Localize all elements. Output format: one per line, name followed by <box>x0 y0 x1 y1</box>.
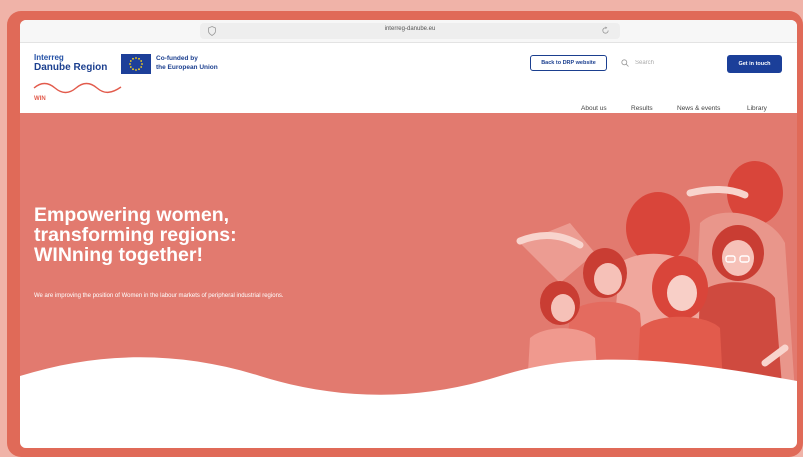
nav-library[interactable]: Library <box>747 105 767 112</box>
nav-results[interactable]: Results <box>631 105 653 112</box>
nav-about-us[interactable]: About us <box>581 105 607 112</box>
hero-subtitle: We are improving the position of Women i… <box>34 293 284 299</box>
logo-interreg-text[interactable]: Interreg <box>34 53 64 62</box>
hero-bottom-wave <box>20 357 797 448</box>
eu-flag-icon <box>121 54 151 74</box>
hero-title: Empowering women, transforming regions: … <box>34 205 334 265</box>
win-wave-logo <box>33 82 122 94</box>
site-header: Interreg Danube Region Co-funded by the … <box>20 43 797 113</box>
url-field[interactable]: interreg-danube.eu <box>200 23 620 39</box>
address-bar: interreg-danube.eu <box>20 20 797 43</box>
search-box[interactable] <box>614 55 724 71</box>
search-input[interactable] <box>635 60 715 66</box>
hero-section: Empowering women, transforming regions: … <box>20 113 797 448</box>
hero-title-line-1: Empowering women, <box>34 204 230 226</box>
browser-window: interreg-danube.eu Interreg Danube Regio… <box>20 20 797 448</box>
eu-union-text: the European Union <box>156 64 218 71</box>
nav-news-events[interactable]: News & events <box>677 105 720 112</box>
search-icon <box>621 59 629 67</box>
reload-icon[interactable] <box>601 26 610 35</box>
hero-title-line-3: WINning together! <box>34 244 203 266</box>
back-to-drp-button[interactable]: Back to DRP website <box>530 55 607 71</box>
get-in-touch-button[interactable]: Get in touch <box>727 55 782 73</box>
url-text: interreg-danube.eu <box>384 26 436 32</box>
hero-title-line-2: transforming regions: <box>34 224 237 246</box>
logo-danube-text[interactable]: Danube Region <box>34 62 107 73</box>
eu-cofunded-text: Co-funded by <box>156 55 198 62</box>
win-label: WIN <box>34 96 46 102</box>
